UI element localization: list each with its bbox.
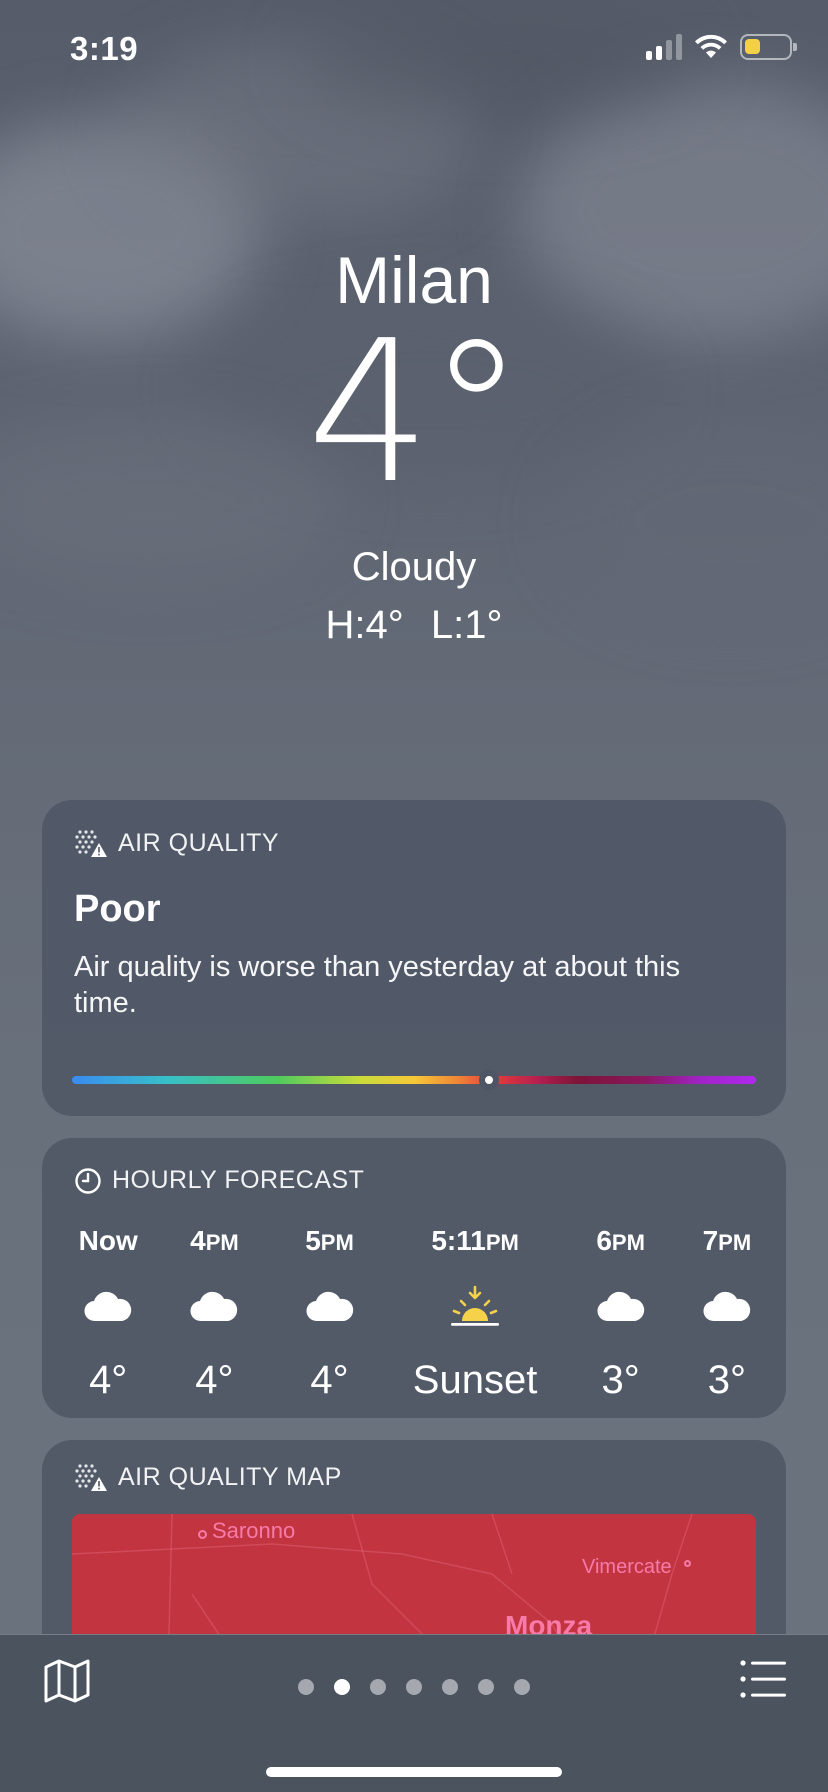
sunset-icon <box>449 1273 501 1341</box>
air-quality-card[interactable]: AIR QUALITY Poor Air quality is worse th… <box>42 800 786 1116</box>
hour-time: Now <box>78 1225 138 1256</box>
cloud-icon <box>83 1273 133 1341</box>
page-dot[interactable] <box>334 1679 350 1695</box>
cloud-icon <box>702 1273 752 1341</box>
cloud-icon <box>596 1273 646 1341</box>
cellular-signal-icon <box>646 34 682 60</box>
battery-icon <box>740 34 797 60</box>
page-dot[interactable] <box>478 1679 494 1695</box>
hour-item: 5PM 4° <box>272 1221 386 1407</box>
page-dot[interactable] <box>442 1679 458 1695</box>
hour-time: 7PM <box>702 1225 752 1256</box>
air-quality-map-header: AIR QUALITY MAP <box>42 1440 786 1492</box>
map-pin <box>198 1530 207 1539</box>
hourly-forecast-card[interactable]: HOURLY FORECAST Now 4° 4PM 4° 5PM 4° 5:1… <box>42 1138 786 1418</box>
page-dot[interactable] <box>514 1679 530 1695</box>
wifi-icon <box>695 34 727 58</box>
status-time: 3:19 <box>70 30 139 67</box>
hour-time: 5PM <box>305 1225 354 1256</box>
hour-item: 6PM 3° <box>564 1221 678 1407</box>
air-quality-indicator <box>479 1070 500 1090</box>
hour-item: Now 4° <box>60 1221 156 1407</box>
page-dot[interactable] <box>406 1679 422 1695</box>
high-low: H:4° L:1° <box>0 600 828 650</box>
hourly-list[interactable]: Now 4° 4PM 4° 5PM 4° 5:11PM Sunset 6PM 3… <box>42 1221 786 1407</box>
cloud-icon <box>305 1273 355 1341</box>
hour-value: 3° <box>707 1358 746 1402</box>
air-quality-description: Air quality is worse than yesterday at a… <box>74 951 681 1019</box>
home-indicator[interactable] <box>266 1767 562 1777</box>
air-quality-title: AIR QUALITY <box>118 828 280 857</box>
high-temperature: H:4° <box>325 603 404 647</box>
hourly-forecast-header: HOURLY FORECAST <box>42 1138 786 1195</box>
low-temperature: L:1° <box>430 603 503 647</box>
hourly-forecast-title: HOURLY FORECAST <box>112 1166 365 1194</box>
air-quality-header: AIR QUALITY <box>42 800 786 858</box>
air-quality-icon <box>75 1464 107 1491</box>
air-quality-level: Poor <box>74 888 161 930</box>
status-bar: 3:19 <box>0 0 828 100</box>
hour-value: 4° <box>195 1358 234 1402</box>
hour-item: 5:11PM Sunset <box>387 1221 564 1407</box>
page-indicator[interactable] <box>0 1679 828 1695</box>
hour-value: 4° <box>310 1358 349 1402</box>
battery-level <box>745 39 760 54</box>
list-icon[interactable] <box>740 1659 786 1699</box>
map-pin <box>684 1560 691 1567</box>
hour-time: 6PM <box>596 1225 645 1256</box>
map-label-vimercate: Vimercate <box>582 1556 672 1578</box>
hour-item: 7PM 3° <box>678 1221 776 1407</box>
page-dot[interactable] <box>370 1679 386 1695</box>
hour-value: 4° <box>89 1358 128 1402</box>
air-quality-icon <box>75 830 107 857</box>
air-quality-map-title: AIR QUALITY MAP <box>118 1462 342 1491</box>
air-quality-scale <box>72 1076 756 1084</box>
hour-time: 4PM <box>190 1225 239 1256</box>
cloud-icon <box>189 1273 239 1341</box>
hour-time: 5:11PM <box>431 1225 519 1256</box>
map-label-saronno: Saronno <box>212 1518 296 1543</box>
current-weather: Milan 4° Cloudy H:4° L:1° <box>0 240 828 650</box>
clock-icon <box>75 1167 101 1194</box>
hour-value: 3° <box>601 1358 640 1402</box>
page-dot[interactable] <box>298 1679 314 1695</box>
weather-condition: Cloudy <box>351 545 477 589</box>
hour-item: 4PM 4° <box>156 1221 272 1407</box>
status-icons <box>646 34 797 60</box>
hour-value: Sunset <box>412 1358 538 1402</box>
current-temperature: 4° <box>306 299 526 527</box>
